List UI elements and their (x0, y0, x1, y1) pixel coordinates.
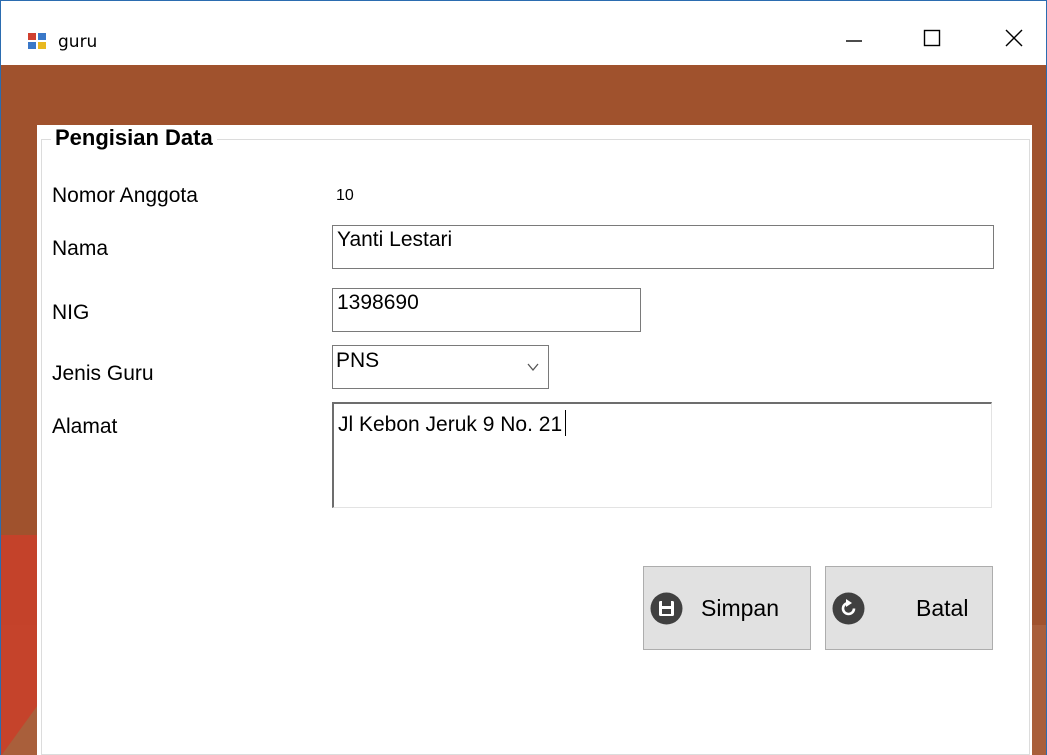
nig-input[interactable]: 1398690 (332, 288, 641, 332)
maximize-button[interactable] (909, 21, 955, 55)
refresh-icon (832, 592, 865, 625)
form-app-icon (27, 32, 47, 50)
window-title: guru (58, 32, 98, 52)
nomor-anggota-label: Nomor Anggota (52, 184, 198, 207)
simpan-button[interactable]: Simpan (643, 566, 811, 650)
chevron-down-icon[interactable] (526, 360, 540, 374)
jenis-guru-select[interactable]: PNS (332, 345, 549, 389)
save-icon (650, 592, 683, 625)
batal-button-label: Batal (916, 595, 969, 621)
form-client-area: Pengisian Data Nomor Anggota 10 Nama Yan… (1, 65, 1046, 755)
title-bar[interactable]: guru (1, 1, 1046, 65)
maximize-icon (923, 29, 941, 47)
alamat-text: Jl Kebon Jeruk 9 No. 21 (338, 413, 563, 436)
nomor-anggota-value: 10 (336, 187, 354, 204)
nama-label: Nama (52, 237, 109, 260)
text-caret (565, 410, 567, 436)
groupbox-title: Pengisian Data (51, 125, 217, 151)
app-window: guru Pengisian Data Nomor Anggota 10 Nam… (0, 0, 1047, 755)
close-icon (1005, 29, 1023, 47)
minimize-icon (846, 40, 862, 42)
simpan-button-label: Simpan (701, 595, 779, 621)
close-button[interactable] (991, 21, 1037, 55)
alamat-label: Alamat (52, 415, 118, 438)
alamat-textarea[interactable]: Jl Kebon Jeruk 9 No. 21 (332, 402, 992, 508)
nama-input[interactable]: Yanti Lestari (332, 225, 994, 269)
minimize-button[interactable] (831, 21, 877, 55)
jenis-guru-selected-value: PNS (336, 349, 380, 372)
data-entry-groupbox: Pengisian Data Nomor Anggota 10 Nama Yan… (37, 125, 1032, 755)
nig-label: NIG (52, 301, 90, 324)
jenis-guru-label: Jenis Guru (52, 362, 154, 385)
batal-button[interactable]: Batal (825, 566, 993, 650)
